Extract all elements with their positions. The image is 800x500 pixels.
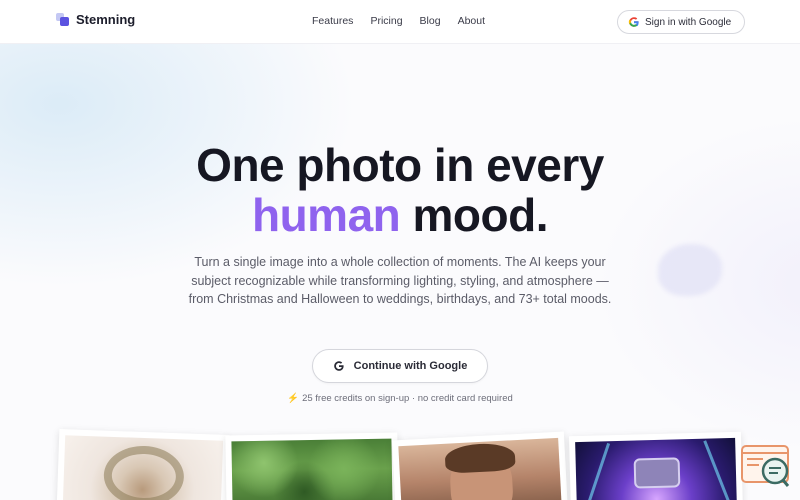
- brand-logo[interactable]: Stemning: [56, 12, 135, 27]
- nav-link-blog[interactable]: Blog: [420, 15, 441, 27]
- cta-label: Continue with Google: [353, 360, 468, 372]
- gallery-photo-portrait: [392, 431, 568, 500]
- top-header: Stemning Features Pricing Blog About Sig…: [0, 0, 800, 44]
- photo-image: [575, 437, 738, 500]
- stacked-squares-logo-icon: [56, 13, 69, 26]
- google-g-icon: [628, 17, 639, 27]
- hero-title-rest: mood.: [412, 189, 549, 241]
- photo-image: [398, 437, 562, 500]
- hero-subtitle: Turn a single image into a whole collect…: [188, 255, 612, 306]
- lightning-bolt-icon: ⚡: [287, 393, 300, 404]
- nav-link-features[interactable]: Features: [312, 15, 353, 27]
- nav-link-about[interactable]: About: [458, 15, 485, 27]
- sign-in-google-button[interactable]: Sign in with Google: [617, 10, 745, 34]
- chat-support-icon[interactable]: [741, 444, 791, 488]
- gallery-photo-party: [568, 431, 744, 500]
- google-g-icon: [333, 361, 344, 371]
- continue-with-google-button[interactable]: Continue with Google: [312, 349, 488, 383]
- sign-in-label: Sign in with Google: [645, 16, 732, 28]
- photo-image: [62, 435, 224, 500]
- hero-title-line1: One photo in every: [196, 139, 604, 191]
- photo-image: [231, 438, 393, 500]
- hero-title: One photo in every human mood.: [0, 140, 800, 240]
- credits-text: 25 free credits on sign-up · no credit c…: [302, 393, 513, 404]
- credits-note: ⚡ 25 free credits on sign-up · no credit …: [0, 393, 800, 404]
- decorative-blob: [658, 244, 722, 296]
- main-nav: Features Pricing Blog About: [312, 15, 502, 27]
- gallery-photo-outdoor: [225, 432, 399, 500]
- hero-title-accent: human: [251, 189, 401, 241]
- nav-link-pricing[interactable]: Pricing: [370, 15, 402, 27]
- gallery-photo-christmas: [56, 429, 230, 500]
- brand-name: Stemning: [76, 12, 136, 27]
